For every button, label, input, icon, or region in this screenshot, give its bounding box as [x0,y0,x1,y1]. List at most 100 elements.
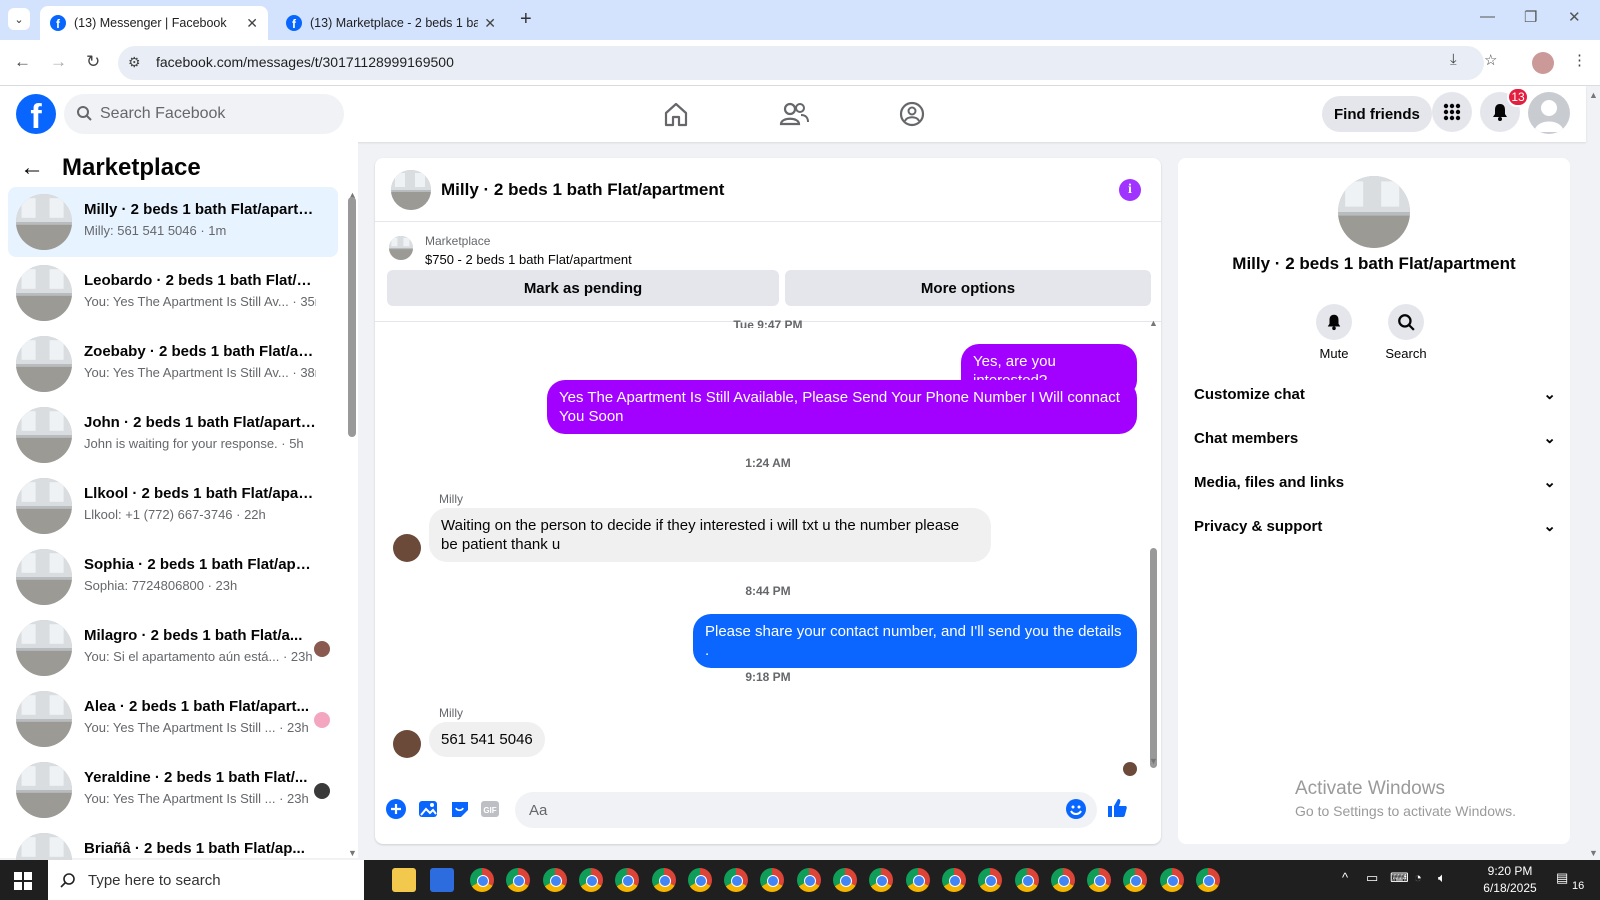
customize-chat-section[interactable]: Customize chat ⌄ [1194,374,1556,414]
browser-menu-icon[interactable]: ⋮ [1572,51,1587,69]
page-scroll-up-icon[interactable]: ▲ [1589,90,1598,100]
scroll-up-icon[interactable]: ▲ [1149,318,1158,328]
back-arrow-icon[interactable]: ← [20,154,44,182]
mark-as-pending-button[interactable]: Mark as pending [387,270,779,306]
chrome-window-icon[interactable] [905,868,930,892]
chrome-window-icon[interactable] [542,868,567,892]
more-options-button[interactable]: More options [785,270,1151,306]
conversation-item[interactable]: Leobardo · 2 beds 1 bath Flat/ap... You: … [8,258,338,328]
tab-close-icon[interactable]: ✕ [484,15,496,32]
media-files-links-section[interactable]: Media, files and links ⌄ [1194,462,1556,502]
chrome-window-icon[interactable] [1014,868,1039,892]
conversation-item[interactable]: Milagro · 2 beds 1 bath Flat/a... You: Si… [8,613,338,683]
menu-grid-button[interactable] [1432,92,1472,132]
minimize-icon[interactable]: — [1480,8,1495,25]
taskbar-search[interactable] [48,860,364,900]
plus-icon[interactable] [385,798,407,820]
listing-thumbnail[interactable] [389,236,413,260]
incoming-message[interactable]: Waiting on the person to decide if they … [429,508,991,562]
app-icon[interactable] [430,868,454,892]
system-clock[interactable]: 9:20 PM 6/18/2025 [1470,863,1550,897]
reload-icon[interactable]: ↻ [86,52,100,72]
file-explorer-icon[interactable] [392,868,416,892]
notification-center-icon[interactable]: ▤ [1556,870,1568,886]
install-app-icon[interactable]: ⤓ [1450,51,1457,68]
conversation-item[interactable]: Milly · 2 beds 1 bath Flat/apartm... Mill… [8,187,338,257]
bookmark-star-icon[interactable]: ☆ [1484,51,1497,69]
sender-avatar[interactable] [393,730,421,758]
new-tab-button[interactable]: + [520,8,532,31]
show-hidden-icons[interactable]: ^ [1342,870,1348,885]
input-method-icon[interactable]: ⌨ [1390,870,1409,886]
chrome-window-icon[interactable] [578,868,603,892]
chat-title[interactable]: Milly · 2 beds 1 bath Flat/apartment [441,180,724,200]
sender-avatar[interactable] [393,534,421,562]
chat-members-section[interactable]: Chat members ⌄ [1194,418,1556,458]
conversation-item[interactable]: Sophia · 2 beds 1 bath Flat/apart... Soph… [8,542,338,612]
conversation-item[interactable]: Zoebaby · 2 beds 1 bath Flat/apa... You: … [8,329,338,399]
emoji-icon[interactable] [1065,798,1087,820]
tab-close-icon[interactable]: ✕ [246,15,258,32]
find-friends-button[interactable]: Find friends [1322,96,1432,132]
info-icon[interactable]: i [1119,179,1141,201]
volume-icon[interactable]: 🔈︎ [1438,870,1446,886]
chrome-window-icon[interactable] [724,868,749,892]
incoming-message[interactable]: 561 541 5046 [429,722,545,757]
privacy-support-section[interactable]: Privacy & support ⌄ [1194,506,1556,546]
chrome-window-icon[interactable] [1050,868,1075,892]
chrome-window-icon[interactable] [470,868,494,892]
gif-icon[interactable]: GIF [479,798,501,820]
account-avatar[interactable] [1528,92,1570,134]
chrome-window-icon[interactable] [1196,868,1220,892]
chrome-window-icon[interactable] [796,868,821,892]
outgoing-message[interactable]: Yes The Apartment Is Still Available, Pl… [547,380,1137,434]
device-icon[interactable]: ▭ [1366,870,1378,886]
tab-search-button[interactable]: ⌄ [8,8,30,30]
facebook-logo-icon[interactable]: f [16,94,56,134]
chrome-window-icon[interactable] [615,868,640,892]
task-view-icon[interactable]: ⊟ [350,870,363,890]
search-action[interactable]: Search [1371,304,1441,361]
groups-icon[interactable] [894,96,930,132]
forward-icon[interactable]: → [50,52,67,72]
conversation-item[interactable]: Llkool · 2 beds 1 bath Flat/apart... Llko… [8,471,338,541]
site-info-icon[interactable]: ⚙ [128,54,141,71]
photo-icon[interactable] [417,798,439,820]
search-input[interactable] [100,105,320,123]
like-thumb-icon[interactable] [1105,796,1129,820]
home-icon[interactable] [658,96,694,132]
chrome-window-icon[interactable] [506,868,531,892]
chrome-window-icon[interactable] [941,868,966,892]
friends-icon[interactable] [776,96,812,132]
mute-action[interactable]: Mute [1299,304,1369,361]
taskbar-search-input[interactable] [88,871,288,889]
conversation-item[interactable]: Yeraldine · 2 beds 1 bath Flat/... You: Y… [8,755,338,825]
conversation-item[interactable]: Alea · 2 beds 1 bath Flat/apart... You: Y… [8,684,338,754]
contact-avatar[interactable] [1338,176,1410,248]
url-text[interactable]: facebook.com/messages/t/3017112899916950… [156,54,454,70]
chat-scrollbar[interactable] [1150,548,1157,768]
chrome-window-icon[interactable] [760,868,785,892]
chrome-window-icon[interactable] [869,868,894,892]
chrome-window-icon[interactable] [1123,868,1148,892]
chrome-window-icon[interactable] [687,868,712,892]
chrome-window-icon[interactable] [833,868,857,892]
outgoing-message[interactable]: Please share your contact number, and I'… [693,614,1137,668]
restore-icon[interactable]: ❐ [1524,8,1537,26]
window-close-icon[interactable]: ✕ [1568,8,1581,26]
scroll-down-icon[interactable]: ▼ [1149,756,1158,766]
omnibox[interactable]: ⚙ facebook.com/messages/t/30171128999169… [118,46,1484,80]
browser-tab-messenger[interactable]: f (13) Messenger | Facebook ✕ [40,6,268,40]
chrome-window-icon[interactable] [651,868,676,892]
browser-profile-avatar[interactable] [1532,52,1554,74]
listing-title[interactable]: $750 - 2 beds 1 bath Flat/apartment [425,252,632,267]
windows-start-icon[interactable] [14,872,32,890]
network-icon[interactable]: ◔ [1414,870,1422,885]
chrome-window-icon[interactable] [1159,868,1184,892]
sidebar-scrollbar[interactable] [348,197,356,437]
back-icon[interactable]: ← [14,52,31,72]
chrome-window-icon[interactable] [978,868,1003,892]
chat-avatar[interactable] [391,170,431,210]
browser-tab-marketplace[interactable]: f (13) Marketplace - 2 beds 1 bath Flat/… [276,6,506,40]
chrome-window-icon[interactable] [1087,868,1112,892]
